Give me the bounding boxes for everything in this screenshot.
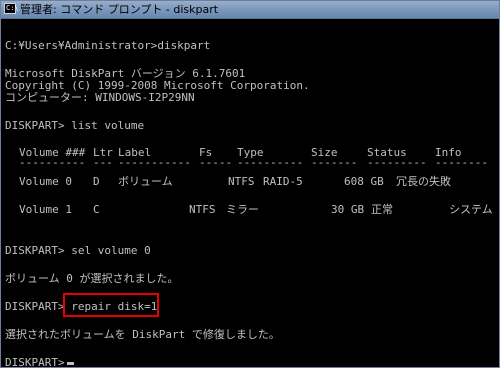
console-line: C:¥Users¥Administrator>diskpart bbox=[5, 39, 211, 52]
table-cell: Volume 1 bbox=[19, 203, 72, 216]
console-line: 選択されたボリュームを DiskPart で修復しました。 bbox=[5, 328, 280, 341]
console-prompt[interactable]: DISKPART> bbox=[5, 357, 71, 368]
table-cell: NTFS bbox=[228, 175, 255, 188]
console-line: ボリューム 0 が選択されました。 bbox=[5, 272, 179, 285]
table-cell: 30 GB bbox=[331, 203, 365, 216]
table-cell: C bbox=[93, 203, 100, 216]
window-title: 管理者: コマンド プロンプト - diskpart bbox=[20, 3, 219, 16]
table-cell: 冗長の失敗 bbox=[396, 175, 451, 188]
title-bar[interactable]: C:\ 管理者: コマンド プロンプト - diskpart bbox=[1, 1, 499, 19]
command-highlight-box bbox=[63, 293, 159, 317]
separator: ---------- bbox=[19, 156, 86, 169]
table-cell: ボリューム bbox=[118, 175, 173, 188]
table-cell: RAID-5 bbox=[263, 175, 303, 188]
separator: ----------- bbox=[118, 156, 191, 169]
table-cell: Volume 0 bbox=[19, 175, 72, 188]
command-prompt-window: C:\ 管理者: コマンド プロンプト - diskpart C:¥Users¥… bbox=[0, 0, 500, 368]
table-cell: D bbox=[93, 175, 100, 188]
console-line: コンピューター: WINDOWS-I2P29NN bbox=[5, 91, 195, 104]
separator: --- bbox=[93, 156, 113, 169]
console-icon[interactable]: C:\ bbox=[4, 3, 19, 14]
console-line: DISKPART> sel volume 0 bbox=[5, 244, 151, 257]
separator: ------- bbox=[311, 156, 358, 169]
separator: ---------- bbox=[237, 156, 304, 169]
separator: -------- bbox=[435, 156, 488, 169]
separator: ----- bbox=[199, 156, 233, 169]
table-cell: 608 GB bbox=[344, 175, 384, 188]
separator: --------- bbox=[367, 156, 427, 169]
table-cell: NTFS bbox=[189, 203, 216, 216]
table-cell: システム bbox=[449, 203, 493, 216]
console-line: DISKPART> list volume bbox=[5, 119, 145, 132]
table-cell: ミラー bbox=[226, 203, 259, 216]
table-cell: 正常 bbox=[371, 203, 393, 216]
text-cursor bbox=[67, 362, 74, 365]
